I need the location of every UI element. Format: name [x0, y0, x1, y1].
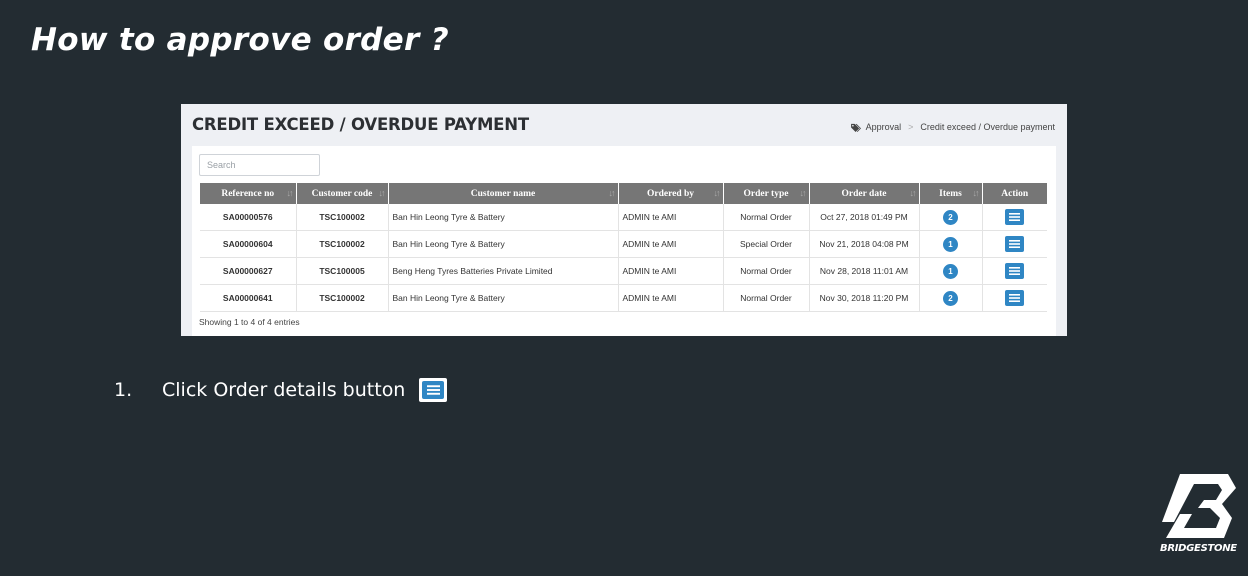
- action-cell: [982, 204, 1047, 231]
- customer-name: Ban Hin Leong Tyre & Battery: [388, 204, 619, 231]
- customer-name: Ban Hin Leong Tyre & Battery: [388, 230, 619, 258]
- customer-code: TSC100002: [296, 284, 389, 312]
- order-date: Nov 21, 2018 04:08 PM: [809, 230, 920, 258]
- search-input[interactable]: [199, 154, 320, 176]
- reference-no: SA00000627: [200, 257, 297, 285]
- tag-icon: [850, 123, 861, 132]
- list-icon: [426, 385, 440, 395]
- items-badge: 1: [943, 263, 958, 279]
- column-label: Ordered by: [646, 188, 695, 199]
- ordered-by: ADMIN te AMI: [618, 284, 724, 312]
- order-details-button[interactable]: [1005, 290, 1025, 306]
- column-header[interactable]: Order date ↓↑: [809, 183, 920, 204]
- customer-name: Beng Heng Tyres Batteries Private Limite…: [388, 257, 619, 285]
- column-label: Customer code: [311, 188, 373, 199]
- list-icon-box: [422, 381, 445, 399]
- items-cell: 2: [919, 284, 983, 312]
- step-number: 1.: [114, 379, 133, 401]
- breadcrumb: Approval > Credit exceed / Overdue payme…: [850, 122, 1055, 132]
- items-cell: 2: [919, 204, 983, 231]
- app-screenshot: CREDIT EXCEED / OVERDUE PAYMENT Approval…: [181, 104, 1067, 336]
- ordered-by: ADMIN te AMI: [618, 230, 724, 258]
- action-cell: [982, 284, 1047, 312]
- sort-arrows-icon: ↓↑: [972, 188, 980, 198]
- customer-name: Ban Hin Leong Tyre & Battery: [388, 284, 619, 312]
- items-cell: 1: [919, 257, 983, 285]
- action-cell: [982, 257, 1047, 285]
- sort-arrows-icon: ↓↑: [286, 188, 294, 198]
- order-details-button[interactable]: [1005, 209, 1025, 225]
- table-row: SA00000604 TSC100002 Ban Hin Leong Tyre …: [200, 230, 1047, 258]
- sort-arrows-icon: ↓↑: [608, 188, 616, 198]
- list-icon: [1009, 294, 1021, 302]
- customer-code: TSC100002: [296, 230, 389, 258]
- table-row: SA00000641 TSC100002 Ban Hin Leong Tyre …: [200, 284, 1047, 312]
- column-header[interactable]: Reference no ↓↑: [200, 183, 297, 204]
- sort-arrows-icon: ↓↑: [909, 188, 917, 198]
- ordered-by: ADMIN te AMI: [618, 204, 724, 231]
- order-details-button-illustration: [419, 378, 448, 402]
- list-icon: [1009, 240, 1021, 248]
- customer-code: TSC100005: [296, 257, 389, 285]
- column-header[interactable]: Customer name ↓↑: [388, 183, 619, 204]
- table-row: SA00000576 TSC100002 Ban Hin Leong Tyre …: [200, 204, 1047, 231]
- ordered-by: ADMIN te AMI: [618, 257, 724, 285]
- column-label: Action: [1001, 188, 1029, 199]
- entries-info: Showing 1 to 4 of 4 entries: [199, 317, 300, 327]
- instruction-step: 1. Click Order details button: [114, 378, 448, 402]
- order-type: Normal Order: [723, 204, 810, 231]
- order-date: Nov 28, 2018 11:01 AM: [809, 257, 920, 285]
- reference-no: SA00000604: [200, 230, 297, 258]
- table-header-row: Reference no ↓↑ Customer code ↓↑ Customer …: [200, 183, 1047, 204]
- column-header: Action: [982, 183, 1047, 204]
- column-header[interactable]: Order type ↓↑: [723, 183, 810, 204]
- table-panel: Reference no ↓↑ Customer code ↓↑ Customer …: [192, 146, 1056, 336]
- column-header[interactable]: Customer code ↓↑: [296, 183, 389, 204]
- breadcrumb-current: Credit exceed / Overdue payment: [920, 122, 1055, 132]
- column-label: Reference no: [221, 188, 275, 199]
- order-date: Nov 30, 2018 11:20 PM: [809, 284, 920, 312]
- order-details-button[interactable]: [1005, 236, 1025, 252]
- order-type: Normal Order: [723, 284, 810, 312]
- orders-table: Reference no ↓↑ Customer code ↓↑ Customer …: [200, 183, 1047, 312]
- column-header[interactable]: Items ↓↑: [919, 183, 983, 204]
- order-details-button[interactable]: [1005, 263, 1025, 279]
- slide-title: How to approve order ?: [31, 22, 449, 58]
- column-label: Customer name: [470, 188, 536, 199]
- column-label: Order date: [841, 188, 887, 199]
- breadcrumb-separator: >: [908, 122, 914, 132]
- reference-no: SA00000641: [200, 284, 297, 312]
- customer-code: TSC100002: [296, 204, 389, 231]
- reference-no: SA00000576: [200, 204, 297, 231]
- items-badge: 1: [943, 236, 958, 252]
- step-text: Click Order details button: [162, 379, 406, 401]
- column-label: Items: [939, 188, 962, 199]
- items-badge: 2: [943, 209, 958, 225]
- column-label: Order type: [743, 188, 789, 199]
- breadcrumb-approval[interactable]: Approval: [866, 122, 902, 132]
- list-icon: [1009, 213, 1021, 221]
- page-title: CREDIT EXCEED / OVERDUE PAYMENT: [192, 115, 529, 134]
- list-icon: [1009, 267, 1021, 275]
- items-cell: 1: [919, 230, 983, 258]
- column-header[interactable]: Ordered by ↓↑: [618, 183, 724, 204]
- logo-text: BRIDGESTONE: [1160, 543, 1237, 554]
- sort-arrows-icon: ↓↑: [378, 188, 386, 198]
- sort-arrows-icon: ↓↑: [713, 188, 721, 198]
- table-row: SA00000627 TSC100005 Beng Heng Tyres Bat…: [200, 257, 1047, 285]
- order-type: Normal Order: [723, 257, 810, 285]
- action-cell: [982, 230, 1047, 258]
- items-badge: 2: [943, 290, 958, 306]
- order-type: Special Order: [723, 230, 810, 258]
- sort-arrows-icon: ↓↑: [799, 188, 807, 198]
- order-date: Oct 27, 2018 01:49 PM: [809, 204, 920, 231]
